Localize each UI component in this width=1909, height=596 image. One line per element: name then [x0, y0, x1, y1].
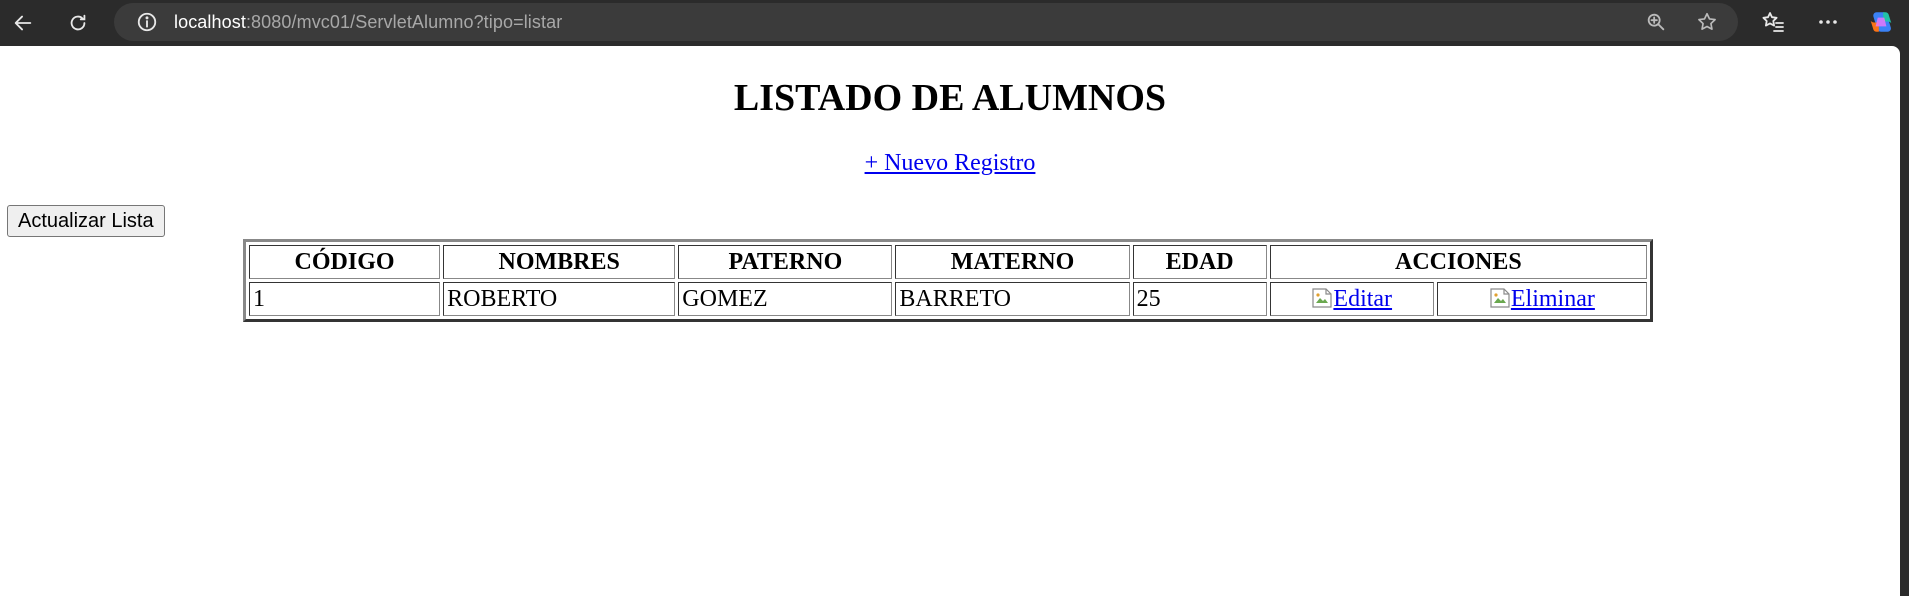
browser-chrome: localhost:8080/mvc01/ServletAlumno?tipo=…: [0, 0, 1909, 46]
refresh-list-button[interactable]: Actualizar Lista: [7, 205, 165, 237]
zoom-icon[interactable]: [1645, 11, 1667, 33]
header-edad: EDAD: [1132, 245, 1267, 279]
students-table: CÓDIGO NOMBRES PATERNO MATERNO EDAD ACCI…: [243, 239, 1653, 322]
edit-link-text: Editar: [1333, 285, 1393, 312]
delete-link-text: Eliminar: [1510, 285, 1595, 312]
more-options-icon[interactable]: [1815, 9, 1841, 35]
header-nombres: NOMBRES: [443, 245, 676, 279]
back-button[interactable]: [6, 6, 40, 40]
url-path: :8080/mvc01/ServletAlumno?tipo=listar: [245, 11, 563, 32]
cell-edad: 25: [1132, 282, 1267, 316]
table-row: 1 ROBERTO GOMEZ BARRETO 25 Editar Elimin…: [249, 282, 1647, 316]
header-paterno: PATERNO: [678, 245, 893, 279]
broken-image-icon: [1311, 287, 1333, 309]
broken-image-icon: [1489, 287, 1511, 309]
new-record-container: + Nuevo Registro: [0, 150, 1900, 177]
cell-paterno: GOMEZ: [678, 282, 893, 316]
cell-codigo: 1: [249, 282, 441, 316]
reload-icon: [70, 14, 86, 31]
url-host: localhost: [174, 11, 246, 32]
reload-button[interactable]: [61, 6, 95, 40]
delete-link[interactable]: Eliminar: [1489, 286, 1595, 312]
cell-materno: BARRETO: [895, 282, 1130, 316]
edit-link[interactable]: Editar: [1311, 286, 1392, 312]
address-bar[interactable]: localhost:8080/mvc01/ServletAlumno?tipo=…: [114, 3, 1738, 41]
page-title: LISTADO DE ALUMNOS: [733, 77, 1167, 119]
copilot-icon[interactable]: [1868, 9, 1894, 35]
arrow-left-icon: [14, 15, 32, 31]
table-header-row: CÓDIGO NOMBRES PATERNO MATERNO EDAD ACCI…: [249, 245, 1647, 279]
favorites-icon[interactable]: [1760, 9, 1786, 35]
new-record-link[interactable]: + Nuevo Registro: [865, 150, 1036, 176]
header-codigo: CÓDIGO: [249, 245, 441, 279]
cell-edit: Editar: [1269, 282, 1434, 316]
header-acciones: ACCIONES: [1269, 245, 1647, 279]
favorite-star-icon[interactable]: [1696, 11, 1718, 33]
header-materno: MATERNO: [895, 245, 1130, 279]
cell-nombres: ROBERTO: [443, 282, 676, 316]
url-text[interactable]: localhost:8080/mvc01/ServletAlumno?tipo=…: [174, 12, 562, 33]
site-info-icon[interactable]: [136, 11, 158, 33]
cell-delete: Eliminar: [1436, 282, 1647, 316]
page-viewport: LISTADO DE ALUMNOS + Nuevo Registro Actu…: [0, 46, 1900, 596]
